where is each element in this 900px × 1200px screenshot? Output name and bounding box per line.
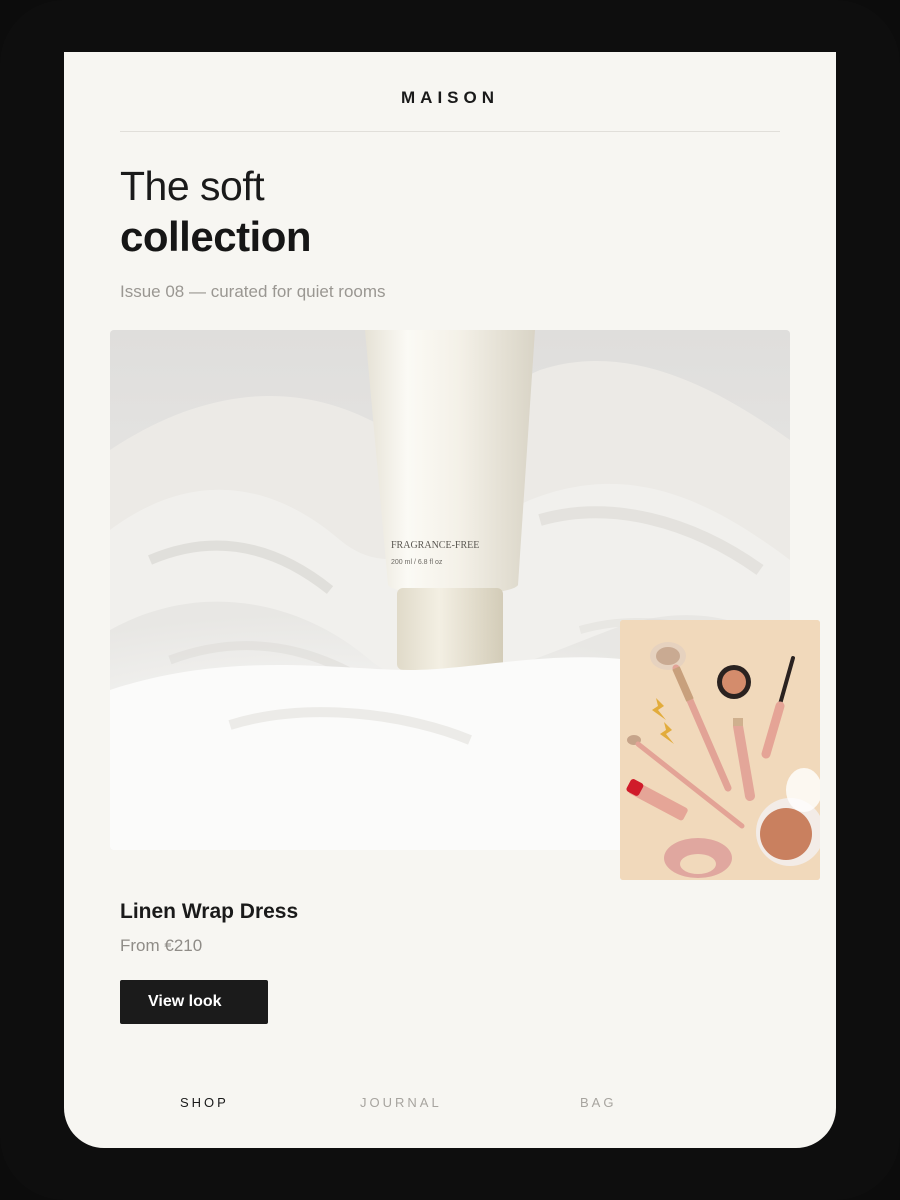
view-look-button[interactable]: View look: [120, 980, 268, 1024]
bottle-label: FRAGRANCE-FREE: [391, 540, 479, 551]
tablet-bezel: MAISON The soft collection Issue 08 — cu…: [0, 0, 900, 1200]
tab-shop[interactable]: SHOP: [180, 1095, 229, 1110]
makeup-thumbnail-graphic: [620, 620, 820, 880]
headline-line-2: collection: [120, 213, 312, 260]
headline-line-1: The soft: [120, 163, 265, 209]
issue-subtitle: Issue 08 — curated for quiet rooms: [120, 282, 386, 301]
header-divider: [120, 131, 780, 132]
tab-bag[interactable]: BAG: [580, 1095, 616, 1110]
product-name[interactable]: Linen Wrap Dress: [120, 900, 298, 924]
brand-logo[interactable]: MAISON: [64, 88, 836, 108]
bottle-sublabel: 200 ml / 6.8 fl oz: [391, 559, 443, 566]
app-screen: MAISON The soft collection Issue 08 — cu…: [64, 52, 836, 1148]
tab-journal[interactable]: JOURNAL: [360, 1095, 442, 1110]
makeup-thumbnail[interactable]: [620, 620, 820, 880]
bottom-tab-bar: SHOP JOURNAL BAG: [64, 1095, 836, 1115]
product-price: From €210: [120, 936, 203, 955]
